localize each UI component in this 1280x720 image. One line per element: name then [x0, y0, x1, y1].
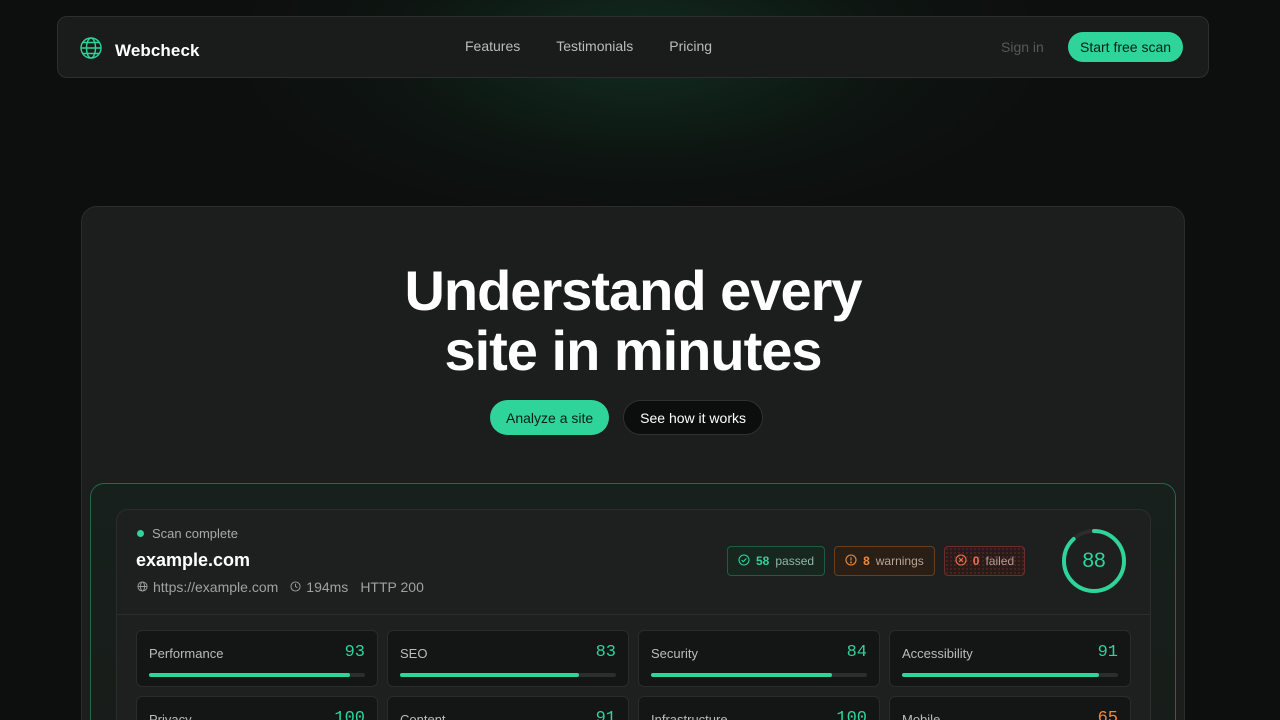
hero-title: Understand every site in minutes [82, 261, 1184, 381]
status-dot-icon [137, 530, 144, 537]
category-card-privacy[interactable]: Privacy 100 [136, 696, 378, 720]
hero-title-line-2: site in minutes [444, 319, 822, 382]
report-meta: https://example.com 194ms HTTP 200 [137, 579, 424, 595]
scan-status-text: Scan complete [152, 526, 238, 541]
see-how-it-works-button[interactable]: See how it works [623, 400, 763, 435]
category-progress-track [902, 673, 1118, 677]
category-grid: Performance 93 SEO 83 Security 84 Accessibilit… [136, 630, 1131, 720]
report-response-time: 194ms [290, 579, 348, 595]
category-score: 83 [595, 643, 616, 662]
hero-actions: Analyze a site See how it works [490, 400, 763, 435]
globe-small-icon [137, 579, 148, 595]
nav-link-pricing[interactable]: Pricing [669, 38, 712, 54]
hero-title-line-1: Understand every [404, 259, 862, 322]
category-label: Accessibility [902, 646, 973, 661]
passed-count: 58 [756, 554, 770, 568]
alert-circle-icon [845, 553, 857, 569]
scan-report-card: Scan complete example.com https://exampl… [116, 509, 1151, 720]
category-label: Infrastructure [651, 712, 728, 720]
category-label: Security [651, 646, 698, 661]
warnings-count: 8 [863, 554, 870, 568]
nav-links: Features Testimonials Pricing [465, 38, 712, 54]
category-score: 84 [846, 643, 867, 662]
category-score: 65 [1097, 709, 1118, 720]
category-score: 91 [595, 709, 616, 720]
category-card-seo[interactable]: SEO 83 [387, 630, 629, 687]
category-progress-track [400, 673, 616, 677]
category-score: 100 [836, 709, 867, 720]
report-url-text: https://example.com [153, 579, 279, 595]
scan-status: Scan complete [137, 526, 238, 541]
clock-icon [290, 579, 301, 595]
category-label: SEO [400, 646, 428, 661]
category-progress-fill [400, 673, 580, 677]
warnings-label: warnings [875, 554, 924, 568]
report-url: https://example.com [137, 579, 278, 595]
check-circle-icon [738, 553, 750, 569]
brand-name: Webcheck [115, 40, 200, 60]
category-progress-fill [651, 673, 833, 677]
category-progress-fill [149, 673, 350, 677]
category-card-mobile[interactable]: Mobile 65 [889, 696, 1131, 720]
category-label: Mobile [902, 712, 941, 720]
passed-label: passed [775, 554, 815, 568]
overall-score-ring: 88 [1061, 528, 1127, 594]
response-time-text: 194ms [306, 579, 349, 595]
category-card-security[interactable]: Security 84 [638, 630, 880, 687]
category-score: 91 [1097, 643, 1118, 662]
category-score: 93 [344, 643, 365, 662]
x-circle-icon [955, 553, 967, 569]
nav-link-testimonials[interactable]: Testimonials [556, 38, 633, 54]
category-progress-track [651, 673, 867, 677]
category-card-accessibility[interactable]: Accessibility 91 [889, 630, 1131, 687]
failed-label: failed [985, 554, 1015, 568]
nav-link-features[interactable]: Features [465, 38, 520, 54]
category-card-content[interactable]: Content 91 [387, 696, 629, 720]
failed-count: 0 [972, 554, 980, 568]
category-progress-fill [902, 673, 1099, 677]
sign-in-link[interactable]: Sign in [1001, 39, 1044, 55]
category-progress-track [149, 673, 365, 677]
report-preview-frame: Scan complete example.com https://exampl… [90, 483, 1176, 720]
category-label: Content [400, 712, 446, 720]
passed-badge: 58 passed [727, 546, 826, 576]
warnings-badge: 8 warnings [834, 546, 935, 576]
category-label: Privacy [149, 712, 192, 720]
category-card-infrastructure[interactable]: Infrastructure 100 [638, 696, 880, 720]
category-score: 100 [334, 709, 365, 720]
category-card-performance[interactable]: Performance 93 [136, 630, 378, 687]
start-free-scan-button[interactable]: Start free scan [1068, 32, 1184, 62]
result-badges: 58 passed 8 warnings 0 failed [727, 546, 1026, 576]
report-domain: example.com [136, 550, 251, 570]
analyze-site-button[interactable]: Analyze a site [490, 400, 610, 435]
http-status: HTTP 200 [360, 579, 424, 595]
brand[interactable]: Webcheck [79, 36, 200, 65]
globe-icon [79, 36, 103, 65]
overall-score-value: 88 [1082, 549, 1106, 572]
top-nav: Webcheck Features Testimonials Pricing S… [57, 16, 1209, 78]
failed-badge: 0 failed [943, 546, 1026, 576]
report-divider [117, 614, 1150, 615]
category-label: Performance [149, 646, 224, 661]
